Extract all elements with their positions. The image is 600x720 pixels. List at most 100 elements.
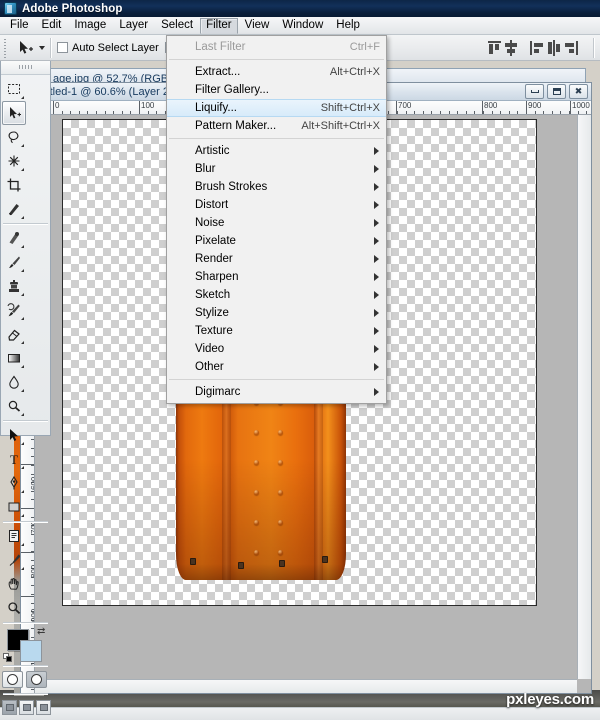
healing-brush-tool[interactable] xyxy=(2,226,26,250)
rectangular-marquee-tool[interactable] xyxy=(2,77,26,101)
auto-select-layer-label: Auto Select Layer xyxy=(72,41,159,54)
options-bar-grip[interactable] xyxy=(2,36,9,59)
background-color-swatch[interactable] xyxy=(20,640,42,662)
tool-group-corner-icon xyxy=(21,413,24,416)
document-vertical-scrollbar[interactable] xyxy=(577,115,591,679)
menu-item-pixelate[interactable]: Pixelate xyxy=(167,232,386,250)
panel-rivet xyxy=(254,490,259,495)
menu-item-label: Digimarc xyxy=(195,386,241,398)
menu-item-blur[interactable]: Blur xyxy=(167,160,386,178)
eraser-tool[interactable] xyxy=(2,322,26,346)
history-brush-tool[interactable] xyxy=(2,298,26,322)
menu-select[interactable]: Select xyxy=(155,18,199,34)
tools-palette-grip[interactable] xyxy=(1,61,50,75)
menu-item-extract[interactable]: Extract... Alt+Ctrl+X xyxy=(167,63,386,81)
menu-edit[interactable]: Edit xyxy=(36,18,68,34)
submenu-arrow-icon xyxy=(374,147,379,155)
path-selection-tool[interactable] xyxy=(2,423,26,447)
rectangle-shape-tool[interactable] xyxy=(2,495,26,519)
menu-item-other[interactable]: Other xyxy=(167,358,386,376)
menu-item-shortcut: Shift+Ctrl+X xyxy=(320,102,380,114)
clone-stamp-tool[interactable] xyxy=(2,274,26,298)
notes-tool[interactable] xyxy=(2,524,26,548)
screen-mode-icon xyxy=(22,704,31,711)
ruler-major-tick xyxy=(526,101,527,114)
menu-item-liquify[interactable]: Liquify... Shift+Ctrl+X xyxy=(167,99,386,117)
menu-layer[interactable]: Layer xyxy=(113,18,154,34)
menu-image[interactable]: Image xyxy=(68,18,112,34)
align-horizontal-centers-icon[interactable] xyxy=(546,39,561,56)
magic-wand-tool[interactable] xyxy=(2,149,26,173)
menu-item-filter-gallery[interactable]: Filter Gallery... xyxy=(167,81,386,99)
document-horizontal-scrollbar[interactable] xyxy=(35,679,577,693)
gradient-tool[interactable] xyxy=(2,346,26,370)
pen-tool[interactable] xyxy=(2,471,26,495)
dodge-tool[interactable] xyxy=(2,394,26,418)
eyedropper-tool[interactable] xyxy=(2,548,26,572)
ruler-label: 800 xyxy=(484,101,498,110)
menu-item-distort[interactable]: Distort xyxy=(167,196,386,214)
default-colors-icon[interactable] xyxy=(3,653,13,663)
slice-tool[interactable] xyxy=(2,197,26,221)
standard-screen-mode-button[interactable] xyxy=(2,700,17,715)
menu-help[interactable]: Help xyxy=(330,18,366,34)
move-tool[interactable] xyxy=(2,101,26,125)
ruler-tick xyxy=(560,111,562,114)
align-left-edges-icon[interactable] xyxy=(529,40,544,56)
standard-mode-button[interactable] xyxy=(2,671,23,688)
brush-tool[interactable] xyxy=(2,250,26,274)
menu-item-artistic[interactable]: Artistic xyxy=(167,142,386,160)
menu-window[interactable]: Window xyxy=(276,18,329,34)
type-tool[interactable]: T xyxy=(2,447,26,471)
align-top-edges-icon[interactable] xyxy=(487,40,502,56)
maximize-button[interactable] xyxy=(547,84,566,99)
menu-item-stylize[interactable]: Stylize xyxy=(167,304,386,322)
ruler-major-tick xyxy=(482,101,483,114)
menu-item-label: Pattern Maker... xyxy=(195,120,277,132)
auto-select-layer-checkbox[interactable]: Auto Select Layer xyxy=(57,42,159,54)
ruler-tick xyxy=(104,111,106,114)
toolbox-separator xyxy=(3,420,48,421)
tool-preset-chevron-down-icon[interactable] xyxy=(39,45,45,50)
ruler-tick xyxy=(448,111,450,114)
ruler-tick xyxy=(156,111,158,114)
menu-filter[interactable]: Filter xyxy=(200,17,238,34)
zoom-tool[interactable] xyxy=(2,596,26,620)
ruler-tick xyxy=(96,111,97,114)
submenu-arrow-icon xyxy=(374,309,379,317)
lasso-tool[interactable] xyxy=(2,125,26,149)
move-tool-icon[interactable] xyxy=(12,37,38,59)
menu-item-texture[interactable]: Texture xyxy=(167,322,386,340)
menu-item-noise[interactable]: Noise xyxy=(167,214,386,232)
close-button[interactable]: ✖ xyxy=(569,84,588,99)
ruler-tick xyxy=(113,111,115,114)
ruler-tick xyxy=(431,111,433,114)
menu-file[interactable]: File xyxy=(4,18,35,34)
align-right-edges-icon[interactable] xyxy=(563,40,578,56)
toolbox-separator xyxy=(3,223,48,224)
menu-item-label: Pixelate xyxy=(195,235,236,247)
minimize-button[interactable] xyxy=(525,84,544,99)
full-screen-menubar-mode-button[interactable] xyxy=(19,700,34,715)
align-vertical-centers-icon[interactable] xyxy=(504,39,519,56)
menu-item-sharpen[interactable]: Sharpen xyxy=(167,268,386,286)
menu-item-label: Sketch xyxy=(195,289,231,301)
application-title: Adobe Photoshop xyxy=(22,2,123,15)
hand-tool[interactable] xyxy=(2,572,26,596)
quick-mask-mode-button[interactable] xyxy=(26,671,47,688)
menu-item-sketch[interactable]: Sketch xyxy=(167,286,386,304)
panel-rivet xyxy=(278,460,283,465)
menu-item-brush-strokes[interactable]: Brush Strokes xyxy=(167,178,386,196)
toolbox-separator xyxy=(3,521,48,522)
full-screen-mode-button[interactable] xyxy=(36,700,51,715)
crop-tool[interactable] xyxy=(2,173,26,197)
menu-item-digimarc[interactable]: Digimarc xyxy=(167,383,386,401)
menu-item-video[interactable]: Video xyxy=(167,340,386,358)
menu-item-render[interactable]: Render xyxy=(167,250,386,268)
blur-tool[interactable] xyxy=(2,370,26,394)
menu-item-pattern-maker[interactable]: Pattern Maker... Alt+Shift+Ctrl+X xyxy=(167,117,386,135)
menu-item-label: Filter Gallery... xyxy=(195,84,269,96)
swap-colors-icon[interactable]: ⇄ xyxy=(37,627,47,637)
submenu-arrow-icon xyxy=(374,255,379,263)
menu-view[interactable]: View xyxy=(239,18,276,34)
